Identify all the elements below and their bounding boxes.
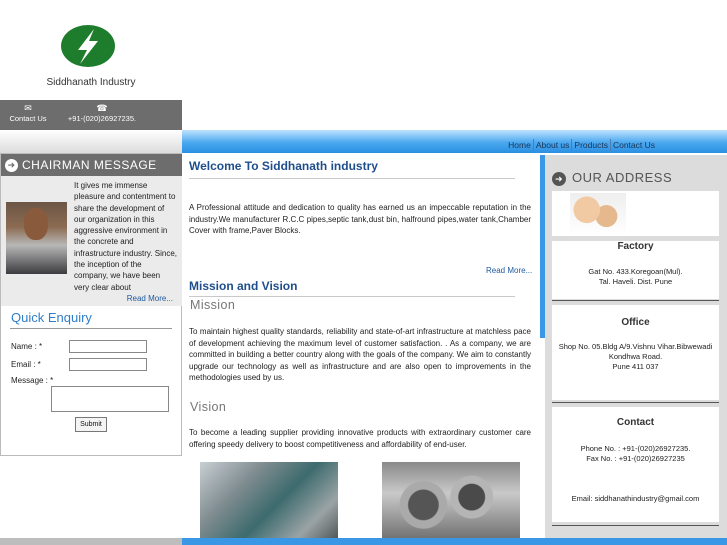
logo[interactable]: Siddhanath Industry bbox=[0, 0, 182, 100]
welcome-read-more-link[interactable]: Read More... bbox=[486, 266, 532, 275]
office-line-1: Shop No. 05.Bldg A/9.Vishnu Vihar.Bibwew… bbox=[558, 342, 713, 351]
quick-enquiry-heading: Quick Enquiry bbox=[11, 310, 92, 325]
arrow-right-icon: ➜ bbox=[552, 171, 566, 186]
phone-icon: ☎ bbox=[96, 103, 108, 113]
factory-card: Factory Gat No. 433.Koregoan(Mul). Tal. … bbox=[552, 241, 719, 299]
email-line[interactable]: Email: siddhanathindustry@gmail.com bbox=[552, 494, 719, 504]
address-heading: ➜ OUR ADDRESS bbox=[552, 170, 672, 186]
factory-title: Factory bbox=[617, 241, 654, 252]
chairman-heading: ➜ CHAIRMAN MESSAGE bbox=[1, 154, 183, 176]
name-label: Name : * bbox=[11, 342, 43, 351]
message-label: Message : * bbox=[11, 376, 54, 385]
footer-left bbox=[0, 538, 182, 545]
nav-about-us[interactable]: About us bbox=[532, 139, 572, 151]
contact-card: Contact Phone No. : +91-(020)26927235. F… bbox=[552, 407, 719, 522]
message-textarea[interactable] bbox=[51, 386, 169, 412]
factory-line-2: Tal. Haveli. Dist. Pune bbox=[598, 277, 673, 286]
mail-icon: ✉ bbox=[24, 103, 32, 113]
vision-heading: Vision bbox=[190, 400, 227, 414]
main-content: Welcome To Siddhanath industry A Profess… bbox=[182, 153, 540, 540]
nav-contact-us[interactable]: Contact Us bbox=[609, 139, 657, 151]
contact-strip: ✉ Contact Us ☎ +91-(020)26927235. bbox=[0, 100, 182, 130]
footer-blue bbox=[182, 538, 727, 545]
phone-line: Phone No. : +91-(020)26927235. bbox=[580, 444, 691, 453]
support-agents-photo bbox=[570, 193, 626, 235]
nav-home[interactable]: Home bbox=[506, 139, 533, 151]
welcome-text: A Professional attitude and dedication t… bbox=[189, 203, 531, 236]
contact-us-link[interactable]: ✉ Contact Us bbox=[6, 102, 50, 123]
chairman-read-more-link[interactable]: Read More... bbox=[127, 294, 173, 303]
address-sidebar: ➜ OUR ADDRESS Factory Gat No. 433.Koregoa… bbox=[545, 155, 727, 540]
arrow-right-icon: ➜ bbox=[5, 159, 18, 173]
contact-title: Contact bbox=[616, 417, 655, 428]
office-line-3: Pune 411 037 bbox=[612, 362, 659, 371]
phone-label: +91-(020)26927235. bbox=[67, 114, 137, 123]
office-title: Office bbox=[621, 317, 650, 328]
email-input[interactable] bbox=[69, 358, 147, 371]
mission-heading: Mission bbox=[190, 298, 236, 312]
name-input[interactable] bbox=[69, 340, 147, 353]
welcome-divider bbox=[189, 178, 515, 179]
contact-us-label: Contact Us bbox=[9, 114, 47, 123]
factory-line-1: Gat No. 433.Koregoan(Mul). bbox=[588, 267, 683, 276]
company-name: Siddhanath Industry bbox=[46, 77, 136, 88]
quick-enquiry-divider bbox=[10, 328, 172, 329]
contact-divider bbox=[552, 525, 719, 526]
welcome-heading: Welcome To Siddhanath industry bbox=[189, 159, 378, 173]
rcc-pipes-photo bbox=[382, 462, 520, 540]
factory-tanks-photo bbox=[200, 462, 338, 540]
mission-text: To maintain highest quality standards, r… bbox=[189, 327, 531, 383]
office-card: Office Shop No. 05.Bldg A/9.Vishnu Vihar… bbox=[552, 305, 719, 400]
support-photo-card bbox=[552, 191, 719, 236]
office-line-2: Kondhwa Road. bbox=[608, 352, 663, 361]
office-divider bbox=[552, 402, 719, 403]
company-logo-icon bbox=[61, 25, 115, 67]
address-heading-text: OUR ADDRESS bbox=[572, 170, 673, 185]
submit-button[interactable]: Submit bbox=[75, 417, 107, 432]
chairman-face bbox=[24, 208, 48, 240]
left-sidebar: ➜ CHAIRMAN MESSAGE It gives me immense pl… bbox=[0, 153, 183, 456]
email-label: Email : * bbox=[11, 360, 41, 369]
mission-vision-heading: Mission and Vision bbox=[189, 279, 298, 293]
phone-number: ☎ +91-(020)26927235. bbox=[62, 102, 142, 123]
chairman-heading-text: CHAIRMAN MESSAGE bbox=[22, 158, 157, 172]
main-nav: Home About us Products Contact Us bbox=[506, 139, 657, 151]
chairman-message-text: It gives me immense pleasure and content… bbox=[74, 181, 178, 292]
factory-divider bbox=[552, 300, 719, 301]
chairman-photo bbox=[6, 202, 67, 274]
nav-products[interactable]: Products bbox=[571, 139, 610, 151]
chairman-message-box: It gives me immense pleasure and content… bbox=[1, 176, 183, 306]
vision-text: To become a leading supplier providing i… bbox=[189, 428, 531, 449]
mission-vision-divider bbox=[189, 296, 515, 297]
fax-line: Fax No. : +91-(020)26927235 bbox=[586, 454, 685, 463]
